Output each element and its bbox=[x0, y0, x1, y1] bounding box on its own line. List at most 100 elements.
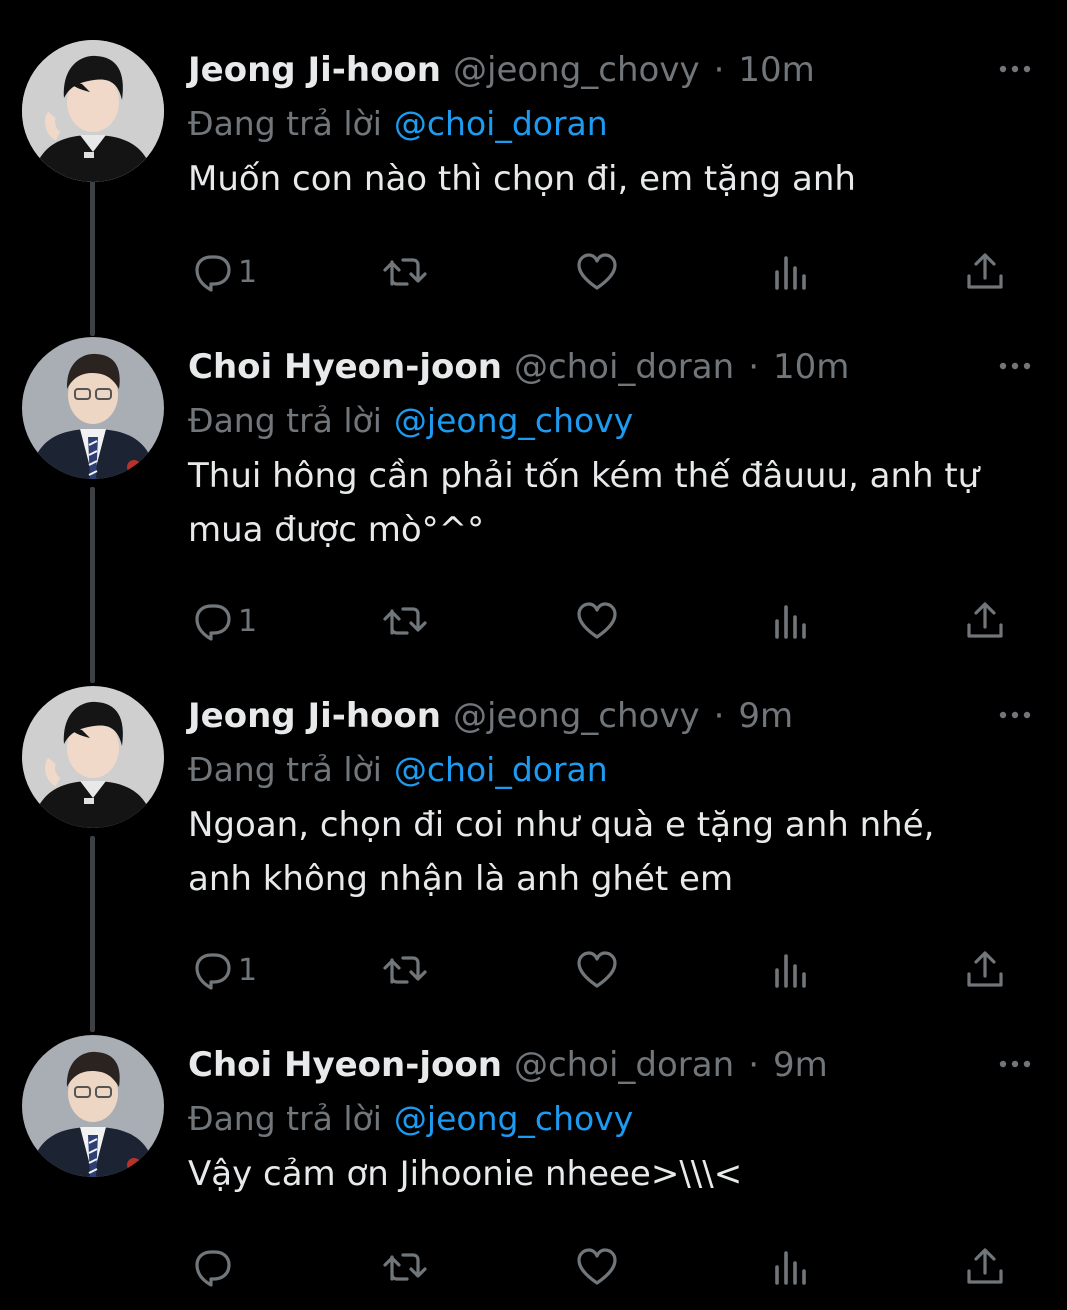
separator-dot: · bbox=[713, 696, 725, 736]
tweet[interactable]: Jeong Ji-hoon @jeong_chovy · 9m Đang trả… bbox=[0, 686, 1067, 996]
share-icon bbox=[964, 1245, 1006, 1289]
timestamp[interactable]: 10m bbox=[773, 347, 849, 387]
timestamp[interactable]: 9m bbox=[773, 1045, 828, 1085]
tweet-header: Jeong Ji-hoon @jeong_chovy · 10m bbox=[188, 40, 815, 100]
views-icon bbox=[772, 599, 812, 643]
reply-button[interactable]: 1 bbox=[188, 596, 257, 646]
avatar-image-jeong bbox=[22, 686, 164, 828]
more-icon[interactable] bbox=[997, 700, 1033, 730]
avatar[interactable] bbox=[22, 686, 164, 828]
tweet-header: Choi Hyeon-joon @choi_doran · 10m bbox=[188, 337, 849, 397]
reply-prefix: Đang trả lời bbox=[188, 749, 382, 789]
reply-context: Đang trả lời @jeong_chovy bbox=[188, 1091, 633, 1145]
avatar-image-jeong bbox=[22, 40, 164, 182]
reply-prefix: Đang trả lời bbox=[188, 103, 382, 143]
retweet-icon bbox=[381, 948, 429, 992]
action-bar: 1 bbox=[188, 247, 1018, 297]
retweet-button[interactable] bbox=[381, 247, 429, 297]
avatar[interactable] bbox=[22, 1035, 164, 1177]
tweet[interactable]: Choi Hyeon-joon @choi_doran · 9m Đang tr… bbox=[0, 1035, 1067, 1305]
views-icon bbox=[772, 948, 812, 992]
avatar[interactable] bbox=[22, 337, 164, 479]
like-icon bbox=[574, 599, 620, 643]
tweet-text: Ngoan, chọn đi coi như quà e tặng anh nh… bbox=[188, 798, 1028, 906]
tweet[interactable]: Choi Hyeon-joon @choi_doran · 10m Đang t… bbox=[0, 337, 1067, 647]
author-name[interactable]: Choi Hyeon-joon bbox=[188, 1045, 502, 1085]
more-icon[interactable] bbox=[997, 54, 1033, 84]
tweet-text: Vậy cảm ơn Jihoonie nheee>\\\< bbox=[188, 1147, 1028, 1201]
like-icon bbox=[574, 1245, 620, 1289]
tweet-header: Jeong Ji-hoon @jeong_chovy · 9m bbox=[188, 686, 793, 746]
views-icon bbox=[772, 1245, 812, 1289]
reply-icon bbox=[188, 948, 232, 992]
retweet-icon bbox=[381, 599, 429, 643]
tweet-text: Muốn con nào thì chọn đi, em tặng anh bbox=[188, 152, 1028, 206]
like-button[interactable] bbox=[574, 1242, 620, 1292]
views-button[interactable] bbox=[772, 596, 812, 646]
reply-context: Đang trả lời @choi_doran bbox=[188, 742, 608, 796]
tweet-text-line: Muốn con nào thì chọn đi, em tặng anh bbox=[188, 159, 856, 199]
tweet-text-line: Ngoan, chọn đi coi như quà e tặng anh nh… bbox=[188, 805, 935, 845]
timestamp[interactable]: 10m bbox=[738, 50, 814, 90]
more-icon[interactable] bbox=[997, 351, 1033, 381]
reply-count: 1 bbox=[238, 952, 258, 988]
tweet-thread: Jeong Ji-hoon @jeong_chovy · 10m Đang tr… bbox=[0, 0, 1067, 1310]
retweet-button[interactable] bbox=[381, 1242, 429, 1292]
views-button[interactable] bbox=[772, 1242, 812, 1292]
share-button[interactable] bbox=[964, 1242, 1006, 1292]
author-name[interactable]: Choi Hyeon-joon bbox=[188, 347, 502, 387]
author-name[interactable]: Jeong Ji-hoon bbox=[188, 50, 441, 90]
tweet-text-line: anh không nhận là anh ghét em bbox=[188, 859, 734, 899]
share-icon bbox=[964, 599, 1006, 643]
tweet-text-line: Vậy cảm ơn Jihoonie nheee>\\\< bbox=[188, 1154, 743, 1194]
separator-dot: · bbox=[748, 1045, 759, 1085]
like-button[interactable] bbox=[574, 945, 620, 995]
share-button[interactable] bbox=[964, 945, 1006, 995]
reply-button[interactable]: 1 bbox=[188, 247, 257, 297]
share-button[interactable] bbox=[964, 596, 1006, 646]
avatar[interactable] bbox=[22, 40, 164, 182]
timestamp[interactable]: 9m bbox=[738, 696, 793, 736]
like-icon bbox=[574, 948, 620, 992]
tweet-header: Choi Hyeon-joon @choi_doran · 9m bbox=[188, 1035, 828, 1095]
like-icon bbox=[574, 250, 620, 294]
share-button[interactable] bbox=[964, 247, 1006, 297]
reply-target-link[interactable]: @jeong_chovy bbox=[394, 1099, 633, 1138]
like-button[interactable] bbox=[574, 247, 620, 297]
retweet-button[interactable] bbox=[381, 596, 429, 646]
views-icon bbox=[772, 250, 812, 294]
author-name[interactable]: Jeong Ji-hoon bbox=[188, 696, 441, 736]
tweet-text: Thui hông cần phải tốn kém thế đâuuu, an… bbox=[188, 449, 1028, 557]
like-button[interactable] bbox=[574, 596, 620, 646]
author-handle[interactable]: @jeong_chovy bbox=[453, 696, 700, 736]
separator-dot: · bbox=[713, 50, 725, 90]
more-icon[interactable] bbox=[997, 1049, 1033, 1079]
separator-dot: · bbox=[748, 347, 759, 387]
views-button[interactable] bbox=[772, 945, 812, 995]
reply-target-link[interactable]: @choi_doran bbox=[394, 104, 608, 143]
reply-count: 1 bbox=[238, 254, 258, 290]
views-button[interactable] bbox=[772, 247, 812, 297]
reply-button[interactable] bbox=[188, 1242, 238, 1292]
share-icon bbox=[964, 948, 1006, 992]
tweet[interactable]: Jeong Ji-hoon @jeong_chovy · 10m Đang tr… bbox=[0, 40, 1067, 310]
author-handle[interactable]: @choi_doran bbox=[514, 1045, 734, 1085]
tweet-text-line: Thui hông cần phải tốn kém thế đâuuu, an… bbox=[188, 456, 980, 496]
retweet-button[interactable] bbox=[381, 945, 429, 995]
share-icon bbox=[964, 250, 1006, 294]
avatar-image-choi bbox=[22, 1035, 164, 1177]
action-bar: 1 bbox=[188, 596, 1018, 646]
reply-count: 1 bbox=[238, 603, 258, 639]
reply-target-link[interactable]: @choi_doran bbox=[394, 750, 608, 789]
action-bar bbox=[188, 1242, 1018, 1292]
reply-button[interactable]: 1 bbox=[188, 945, 257, 995]
reply-icon bbox=[188, 250, 232, 294]
author-handle[interactable]: @choi_doran bbox=[514, 347, 734, 387]
avatar-image-choi bbox=[22, 337, 164, 479]
reply-target-link[interactable]: @jeong_chovy bbox=[394, 401, 633, 440]
reply-prefix: Đang trả lời bbox=[188, 400, 382, 440]
reply-context: Đang trả lời @choi_doran bbox=[188, 96, 608, 150]
tweet-text-line: mua được mò°^° bbox=[188, 510, 485, 550]
action-bar: 1 bbox=[188, 945, 1018, 995]
author-handle[interactable]: @jeong_chovy bbox=[453, 50, 700, 90]
